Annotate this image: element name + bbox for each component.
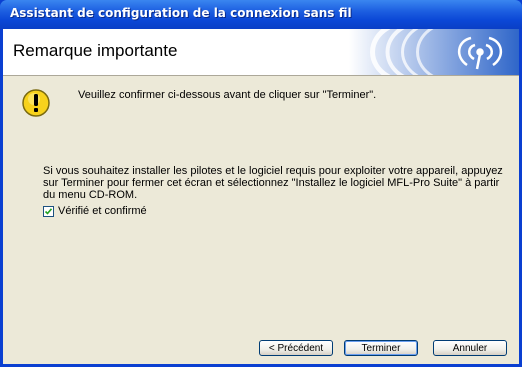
page-title: Remarque importante [13,41,178,60]
instructions-text: Si vous souhaitez installer les pilotes … [43,165,503,201]
confirm-checkbox-label[interactable]: Vérifié et confirmé [58,205,147,217]
confirm-checkbox[interactable] [43,206,54,217]
cancel-button[interactable]: Annuler [433,340,507,356]
previous-button[interactable]: < Précédent [259,340,333,356]
warning-message: Veuillez confirmer ci-dessous avant de c… [78,89,377,101]
warning-banner: Veuillez confirmer ci-dessous avant de c… [3,76,519,164]
title-bar[interactable]: Assistant de configuration de la connexi… [0,0,522,29]
checkmark-icon [44,208,53,215]
warning-icon [22,89,50,117]
header-panel: Remarque importante [3,29,519,76]
wizard-window: Assistant de configuration de la connexi… [0,0,522,367]
wireless-signal-icon [349,29,519,75]
window-title: Assistant de configuration de la connexi… [10,6,352,20]
finish-button[interactable]: Terminer [344,340,418,356]
dialog-client-area: Remarque importante Veuillez confirmer c… [3,29,519,364]
